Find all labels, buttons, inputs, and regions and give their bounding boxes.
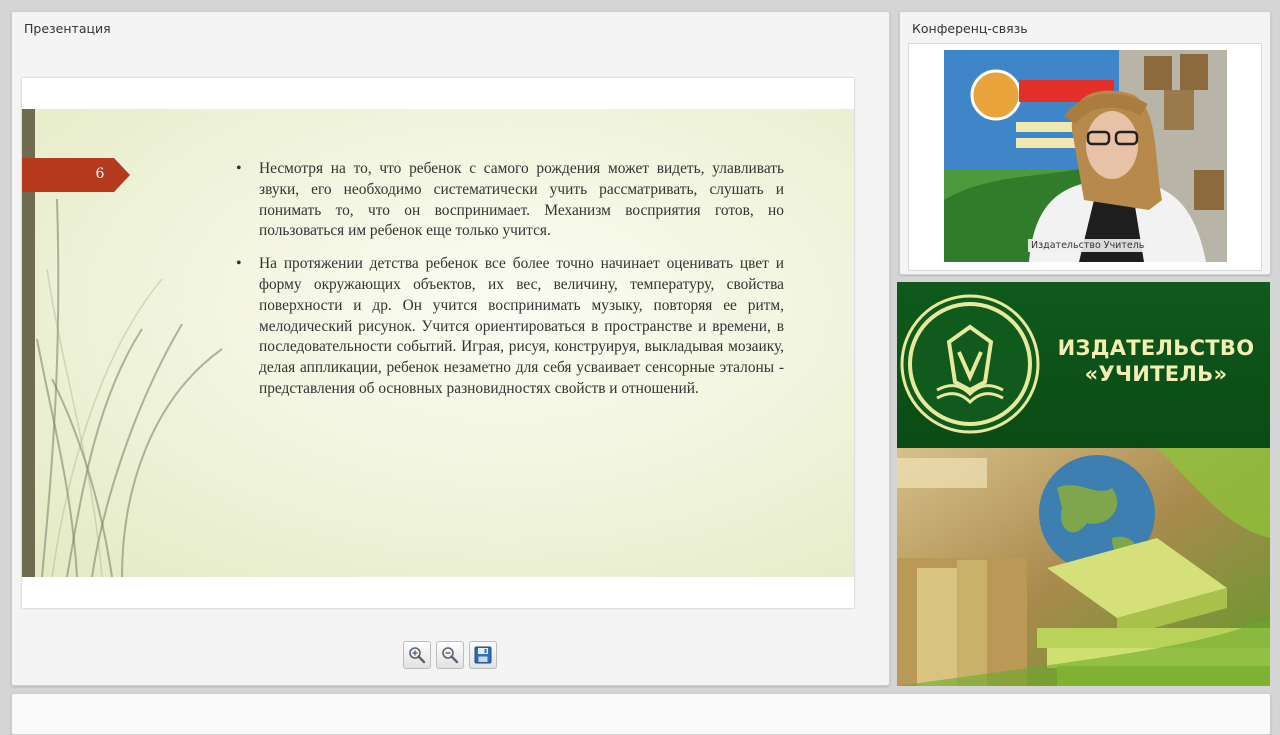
webcam-image xyxy=(944,50,1227,262)
zoom-in-button[interactable] xyxy=(403,641,431,669)
publisher-name-line1: ИЗДАТЕЛЬСТВО xyxy=(1057,336,1255,360)
books-globe-image xyxy=(897,448,1270,686)
presentation-panel: Презентация 6 • Несмотря на то, что ребе… xyxy=(11,11,890,686)
publisher-banner-image xyxy=(897,448,1270,686)
publisher-logo xyxy=(900,294,1040,434)
slide-bullet: Несмотря на то, что ребенок с самого рож… xyxy=(234,159,784,242)
save-button[interactable] xyxy=(469,641,497,669)
slide-number-badge: 6 xyxy=(22,158,130,192)
zoom-in-icon xyxy=(409,647,426,664)
zoom-out-button[interactable] xyxy=(436,641,464,669)
publisher-name: ИЗДАТЕЛЬСТВО «УЧИТЕЛЬ» xyxy=(1047,335,1265,387)
zoom-out-icon xyxy=(442,647,459,664)
publisher-name-line2: «УЧИТЕЛЬ» xyxy=(1084,362,1228,386)
conference-panel-title: Конференц-связь xyxy=(912,21,1028,36)
bottom-panel xyxy=(11,693,1271,735)
slide: 6 Несмотря на то, что ребенок с самого р… xyxy=(22,109,854,577)
slide-bullet-list: Несмотря на то, что ребенок с самого рож… xyxy=(234,159,784,412)
save-icon xyxy=(474,646,492,664)
video-participant-label: Издательство Учитель xyxy=(1028,239,1148,252)
publisher-banner: ИЗДАТЕЛЬСТВО «УЧИТЕЛЬ» xyxy=(897,282,1270,686)
slide-viewer[interactable]: 6 Несмотря на то, что ребенок с самого р… xyxy=(22,78,854,608)
video-feed[interactable]: Издательство Учитель xyxy=(944,50,1227,262)
slide-number: 6 xyxy=(95,166,105,182)
presentation-panel-title: Презентация xyxy=(24,21,111,36)
slide-bullet: На протяжении детства ребенок все более … xyxy=(234,254,784,400)
conference-panel: Конференц-связь Издательство Учитель xyxy=(899,11,1271,275)
publisher-banner-header: ИЗДАТЕЛЬСТВО «УЧИТЕЛЬ» xyxy=(897,282,1270,448)
